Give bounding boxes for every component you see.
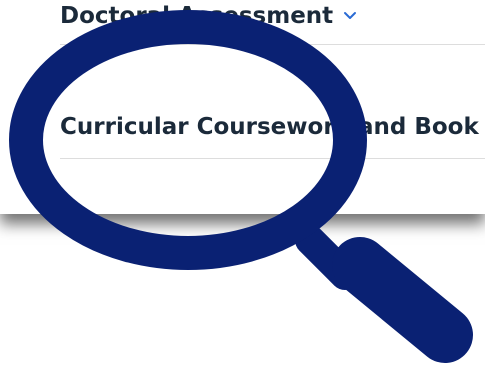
menu-item-doctoral-assessment[interactable]: Doctoral Assessment (60, 0, 485, 45)
menu-item-label: Doctoral Assessment (60, 3, 334, 29)
menu-panel: Doctoral Assessment Curricular Coursewor… (0, 0, 485, 214)
menu-item-label: Curricular Coursework and Book (60, 114, 479, 140)
screenshot-stage: Doctoral Assessment Curricular Coursewor… (0, 0, 485, 369)
menu-item-curricular-coursework[interactable]: Curricular Coursework and Book (60, 96, 485, 159)
chevron-down-icon[interactable] (343, 9, 357, 23)
page-background (0, 214, 485, 369)
